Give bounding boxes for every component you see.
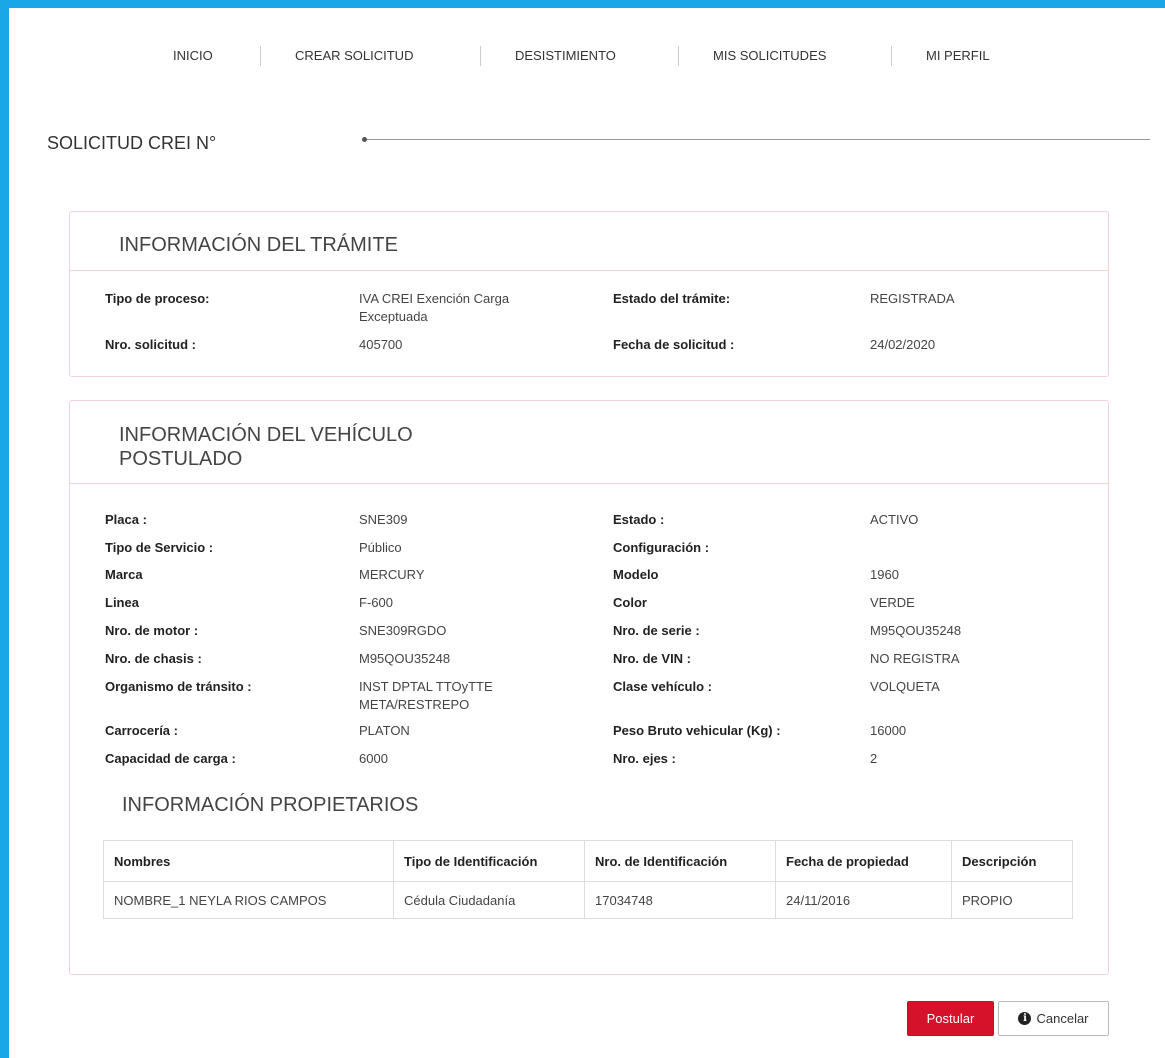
nav-divider (260, 46, 261, 66)
nro-chasis-value: M95QOU35248 (359, 651, 451, 666)
organismo-transito-value: INST DPTAL TTOyTTE META/RESTREPO (359, 679, 493, 712)
carroceria-value: PLATON (359, 723, 410, 738)
nav-divider (678, 46, 679, 66)
postular-button[interactable]: Postular (907, 1001, 994, 1036)
tipo-servicio-label: Tipo de Servicio : (105, 540, 214, 555)
nro-serie-label: Nro. de serie : (613, 623, 700, 638)
cell-descripcion: PROPIO (951, 881, 1073, 919)
carroceria-label: Carrocería : (105, 723, 178, 738)
nro-ejes-value: 2 (870, 751, 878, 766)
peso-bruto-label: Peso Bruto vehicular (Kg) : (613, 723, 781, 738)
tramite-panel: INFORMACIÓN DEL TRÁMITE Tipo de proceso:… (69, 211, 1109, 377)
cell-nro-identificacion: 17034748 (584, 881, 776, 919)
table-row: NOMBRE_1 NEYLA RIOS CAMPOS Cédula Ciudad… (103, 881, 1073, 919)
estado-label: Estado : (613, 512, 665, 527)
organismo-transito-label: Organismo de tránsito : (105, 679, 252, 694)
configuracion-label: Configuración : (613, 540, 710, 555)
estado-tramite-label: Estado del trámite: (613, 291, 731, 306)
cancelar-button[interactable]: i Cancelar (998, 1001, 1109, 1036)
marca-value: MERCURY (359, 567, 425, 582)
placa-label: Placa : (105, 512, 147, 527)
linea-label: Linea (105, 595, 139, 610)
vehiculo-panel-title: INFORMACIÓN DEL VEHÍCULO POSTULADO (119, 424, 413, 470)
nav-item-desistimiento[interactable]: DESISTIMIENTO (515, 48, 616, 63)
tramite-panel-header: INFORMACIÓN DEL TRÁMITE (70, 212, 1108, 271)
cell-nombres: NOMBRE_1 NEYLA RIOS CAMPOS (103, 881, 394, 919)
nro-motor-label: Nro. de motor : (105, 623, 199, 638)
placa-value: SNE309 (359, 512, 408, 527)
clase-vehiculo-label: Clase vehículo : (613, 679, 712, 694)
nro-vin-label: Nro. de VIN : (613, 651, 692, 666)
nav-divider (891, 46, 892, 66)
column-header-tipo-identificacion: Tipo de Identificación (393, 840, 585, 882)
modelo-label: Modelo (613, 567, 659, 582)
column-header-nro-identificacion: Nro. de Identificación (584, 840, 776, 882)
nro-chasis-label: Nro. de chasis : (105, 651, 202, 666)
tramite-panel-title: INFORMACIÓN DEL TRÁMITE (119, 234, 398, 256)
nav-item-mis-solicitudes[interactable]: MIS SOLICITUDES (713, 48, 826, 63)
nro-motor-value: SNE309RGDO (359, 623, 447, 638)
nro-vin-value: NO REGISTRA (870, 651, 960, 666)
table-header-row: Nombres Tipo de Identificación Nro. de I… (103, 840, 1073, 882)
nro-solicitud-label: Nro. solicitud : (105, 337, 196, 352)
page-title: SOLICITUD CREI N° (47, 133, 217, 153)
estado-tramite-value: REGISTRADA (870, 291, 955, 306)
capacidad-carga-value: 6000 (359, 751, 388, 766)
fecha-solicitud-value: 24/02/2020 (870, 337, 936, 352)
fecha-solicitud-label: Fecha de solicitud : (613, 337, 735, 352)
capacidad-carga-label: Capacidad de carga : (105, 751, 236, 766)
cancelar-button-label: Cancelar (1036, 1011, 1089, 1026)
tipo-proceso-label: Tipo de proceso: (105, 291, 210, 306)
info-circle-icon: i (1018, 1012, 1032, 1025)
linea-value: F-600 (359, 595, 393, 610)
propietarios-table: Nombres Tipo de Identificación Nro. de I… (103, 840, 1073, 919)
tipo-proceso-value: IVA CREI Exención Carga Exceptuada (359, 291, 510, 324)
propietarios-title: INFORMACIÓN PROPIETARIOS (122, 794, 419, 816)
clase-vehiculo-value: VOLQUETA (870, 679, 940, 694)
estado-value: ACTIVO (870, 512, 919, 527)
peso-bruto-value: 16000 (870, 723, 907, 738)
top-navigation: INICIO CREAR SOLICITUD DESISTIMIENTO MIS… (0, 38, 1165, 72)
nav-divider (480, 46, 481, 66)
column-header-nombres: Nombres (103, 840, 394, 882)
column-header-fecha-propiedad: Fecha de propiedad (775, 840, 952, 882)
postular-button-label: Postular (926, 1011, 975, 1026)
vehiculo-panel-header: INFORMACIÓN DEL VEHÍCULO POSTULADO (70, 401, 1108, 484)
nav-item-inicio[interactable]: INICIO (173, 48, 213, 63)
color-label: Color (613, 595, 647, 610)
nav-item-mi-perfil[interactable]: MI PERFIL (926, 48, 990, 63)
nav-item-crear-solicitud[interactable]: CREAR SOLICITUD (295, 48, 413, 63)
title-divider-line (367, 139, 1150, 140)
cell-fecha-propiedad: 24/11/2016 (775, 881, 952, 919)
color-value: VERDE (870, 595, 915, 610)
nro-ejes-label: Nro. ejes : (613, 751, 676, 766)
nro-solicitud-value: 405700 (359, 337, 403, 352)
marca-label: Marca (105, 567, 143, 582)
tipo-servicio-value: Público (359, 540, 402, 555)
nro-serie-value: M95QOU35248 (870, 623, 962, 638)
modelo-value: 1960 (870, 567, 899, 582)
column-header-descripcion: Descripción (951, 840, 1073, 882)
cell-tipo-identificacion: Cédula Ciudadanía (393, 881, 585, 919)
